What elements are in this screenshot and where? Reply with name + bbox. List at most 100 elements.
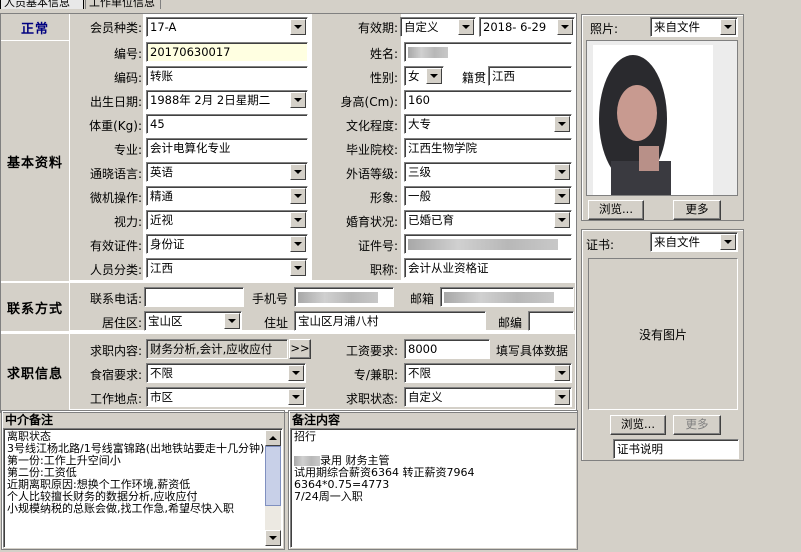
- chevron-down-icon[interactable]: [290, 188, 306, 204]
- cert-image: 没有图片: [588, 258, 738, 410]
- postcode-label: 邮编: [497, 316, 522, 330]
- gender-label: 性别:: [369, 71, 398, 85]
- scroll-down-icon[interactable]: [265, 530, 281, 546]
- code-field[interactable]: 转账: [146, 66, 308, 86]
- chevron-down-icon[interactable]: [554, 188, 570, 204]
- chevron-down-icon[interactable]: [557, 19, 573, 35]
- member-type-select[interactable]: 17-A: [146, 17, 308, 37]
- chevron-down-icon[interactable]: [290, 19, 306, 35]
- photo-label: 照片:: [590, 22, 619, 36]
- email-field[interactable]: [440, 287, 574, 307]
- phone-field[interactable]: [144, 287, 244, 307]
- chevron-down-icon[interactable]: [426, 68, 442, 84]
- address-field[interactable]: 宝山区月浦八村: [294, 311, 486, 331]
- code-label: 编码:: [113, 71, 142, 85]
- photo-image: [586, 40, 738, 196]
- mobile-field[interactable]: [294, 287, 394, 307]
- major-label: 专业:: [113, 143, 142, 157]
- chevron-down-icon[interactable]: [554, 212, 570, 228]
- location-select[interactable]: 市区: [146, 387, 306, 407]
- chevron-down-icon[interactable]: [554, 164, 570, 180]
- notes-memo[interactable]: 招行 录用 财务主管 试用期综合薪资6364 转正薪资7964 6364*0.7…: [290, 428, 576, 548]
- tab-basic-info[interactable]: 人员基本信息: [0, 0, 84, 9]
- notes-title: 备注内容: [292, 413, 341, 427]
- section-job: 求职信息: [1, 334, 69, 410]
- job-state-select[interactable]: 自定义: [404, 387, 572, 407]
- vision-label: 视力:: [113, 215, 142, 229]
- name-label: 姓名:: [369, 47, 398, 61]
- board-label: 食宿要求:: [89, 368, 142, 382]
- agent-notes-title: 中介备注: [5, 413, 54, 427]
- vision-select[interactable]: 近视: [146, 210, 308, 230]
- major-field[interactable]: 会计电算化专业: [146, 138, 308, 158]
- height-field[interactable]: 160: [404, 90, 572, 110]
- appearance-select[interactable]: 一般: [404, 186, 572, 206]
- agent-notes-memo[interactable]: 离职状态 3号线江杨北路/1号线富锦路(出地铁站要走十几分钟) 第一份:工作上升…: [3, 428, 283, 548]
- chevron-down-icon[interactable]: [288, 389, 304, 405]
- chevron-down-icon[interactable]: [290, 236, 306, 252]
- chevron-down-icon[interactable]: [720, 19, 736, 35]
- photo-more-button[interactable]: 更多: [673, 200, 721, 220]
- location-label: 工作地点:: [89, 392, 142, 406]
- hometown-field[interactable]: 江西: [488, 66, 572, 86]
- fl-level-select[interactable]: 三级: [404, 162, 572, 182]
- postcode-field[interactable]: [528, 311, 574, 331]
- appearance-label: 形象:: [369, 191, 398, 205]
- school-field[interactable]: 江西生物学院: [404, 138, 572, 158]
- title-field[interactable]: 会计从业资格证: [404, 258, 572, 278]
- validity-mode-select[interactable]: 自定义: [400, 17, 476, 37]
- language-label: 通晓语言:: [89, 167, 142, 181]
- id-no-label: 证件号:: [357, 239, 398, 253]
- photo-source-select[interactable]: 来自文件: [650, 17, 738, 37]
- cert-desc-field[interactable]: 证书说明: [613, 439, 739, 459]
- chevron-down-icon[interactable]: [290, 164, 306, 180]
- category-select[interactable]: 江西: [146, 258, 308, 278]
- chevron-down-icon[interactable]: [224, 313, 240, 329]
- board-select[interactable]: 不限: [146, 363, 306, 383]
- marital-select[interactable]: 已婚已育: [404, 210, 572, 230]
- chevron-down-icon[interactable]: [720, 234, 736, 250]
- photo-browse-button[interactable]: 浏览...: [588, 200, 644, 220]
- district-select[interactable]: 宝山区: [144, 311, 242, 331]
- number-field[interactable]: 20170630017: [146, 42, 308, 62]
- section-basic: 基本资料: [1, 41, 69, 281]
- education-select[interactable]: 大专: [404, 114, 572, 134]
- vertical-scrollbar[interactable]: [265, 430, 281, 546]
- category-label: 人员分类:: [89, 263, 142, 277]
- parttime-select[interactable]: 不限: [404, 363, 572, 383]
- chevron-down-icon[interactable]: [290, 92, 306, 108]
- tab-work-info[interactable]: 工作单位信息: [85, 0, 161, 9]
- number-label: 编号:: [113, 47, 142, 61]
- email-label: 邮箱: [409, 292, 434, 306]
- education-label: 文化程度:: [345, 119, 398, 133]
- job-content-field[interactable]: 财务分析,会计,应收应付: [146, 339, 288, 359]
- id-type-select[interactable]: 身份证: [146, 234, 308, 254]
- chevron-down-icon[interactable]: [554, 365, 570, 381]
- scroll-up-icon[interactable]: [265, 430, 281, 446]
- language-select[interactable]: 英语: [146, 162, 308, 182]
- chevron-down-icon[interactable]: [290, 260, 306, 276]
- name-field[interactable]: [404, 42, 572, 62]
- height-label: 身高(Cm):: [340, 95, 398, 109]
- cert-source-select[interactable]: 来自文件: [650, 232, 738, 252]
- chevron-down-icon[interactable]: [458, 19, 474, 35]
- computer-select[interactable]: 精通: [146, 186, 308, 206]
- chevron-down-icon[interactable]: [554, 116, 570, 132]
- chevron-down-icon[interactable]: [290, 212, 306, 228]
- salary-hint: 填写具体数据: [496, 344, 569, 358]
- chevron-down-icon[interactable]: [554, 389, 570, 405]
- job-content-more-button[interactable]: >>: [289, 339, 311, 359]
- cert-browse-button[interactable]: 浏览...: [610, 415, 666, 435]
- weight-field[interactable]: 45: [146, 114, 308, 134]
- id-no-field[interactable]: [404, 234, 572, 254]
- marital-label: 婚育状况:: [345, 215, 398, 229]
- gender-select[interactable]: 女: [404, 66, 444, 86]
- status-label: 正常: [1, 14, 69, 40]
- hometown-label: 籍贯: [461, 71, 486, 85]
- birth-date-picker[interactable]: 1988年 2月 2日星期二: [146, 90, 308, 110]
- phone-label: 联系电话:: [89, 292, 142, 306]
- salary-field[interactable]: 8000: [404, 339, 490, 359]
- scroll-thumb[interactable]: [265, 446, 281, 506]
- chevron-down-icon[interactable]: [288, 365, 304, 381]
- validity-date-picker[interactable]: 2018- 6-29: [479, 17, 575, 37]
